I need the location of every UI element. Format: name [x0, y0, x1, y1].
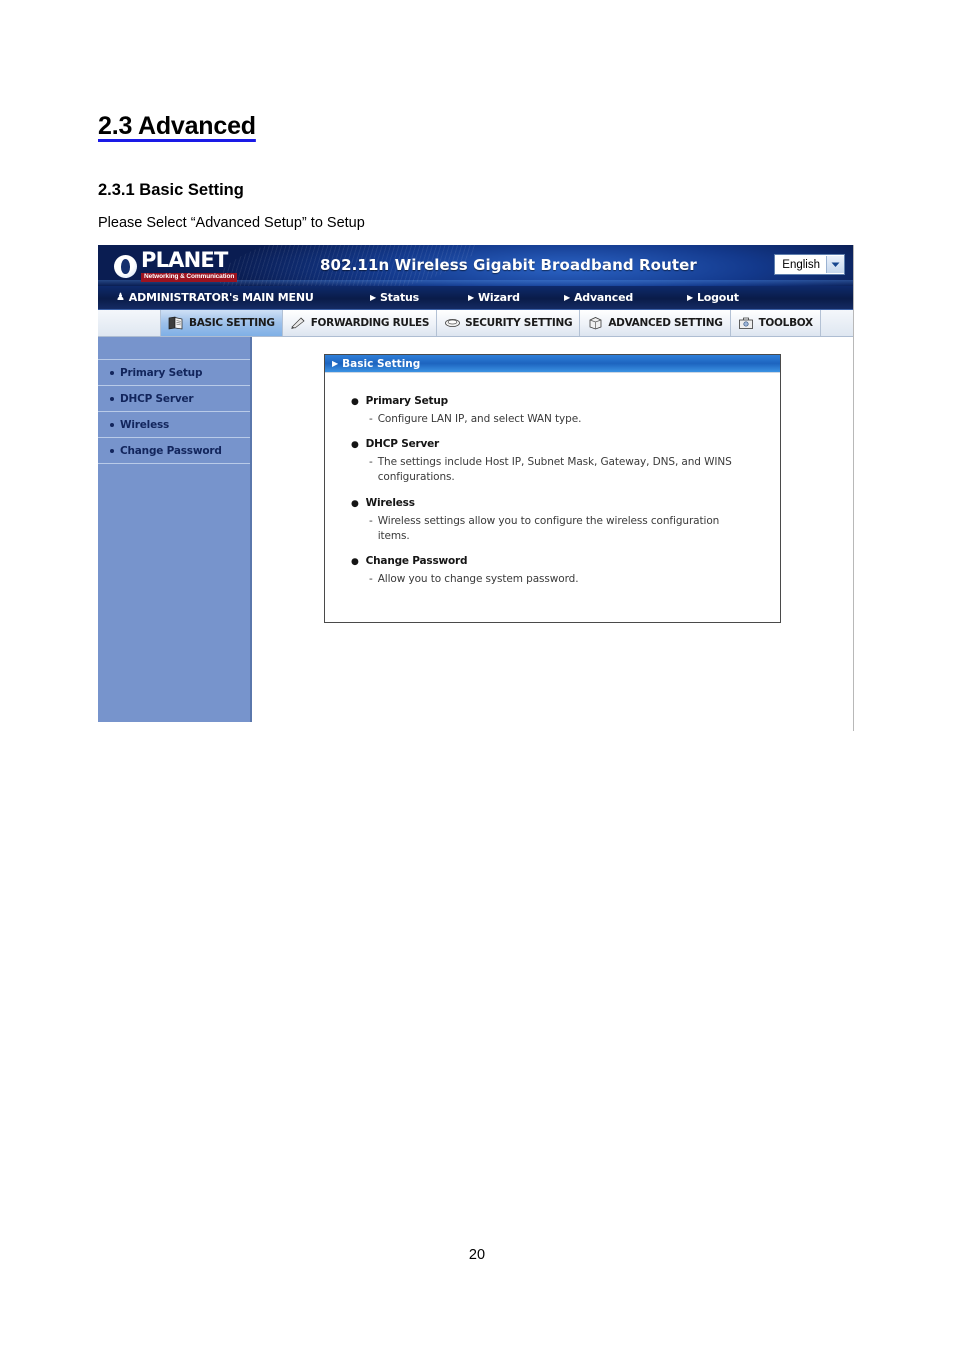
nav-label: Wizard [477, 291, 520, 304]
panel-entry-primary-setup: ● Primary Setup - Configure LAN IP, and … [351, 395, 766, 427]
chevron-down-icon[interactable] [826, 256, 844, 273]
shield-icon [444, 316, 461, 331]
sidebar-spacer [98, 337, 250, 360]
nav-item-status[interactable]: ▶ Status [370, 291, 419, 304]
dash-icon: - [369, 573, 373, 586]
nav-item-advanced[interactable]: ▶ Advanced [564, 291, 633, 304]
sidebar-item-wireless[interactable]: Wireless [98, 412, 250, 438]
language-select[interactable]: English [774, 254, 845, 275]
bullet-icon: ● [351, 440, 359, 451]
entry-description: Allow you to change system password. [377, 573, 579, 586]
router-ui-screenshot: PLANET Networking & Communication 802.11… [98, 245, 854, 731]
toolbox-icon [738, 316, 755, 331]
panel-header: ▶ Basic Setting [325, 355, 780, 373]
bullet-icon [110, 370, 114, 375]
nav-item-wizard[interactable]: ▶ Wizard [468, 291, 520, 304]
entry-title-row: ● Change Password [351, 555, 766, 567]
sidebar-item-label: Wireless [120, 418, 170, 431]
tab-bar: BASIC SETTING FORWARDING RULES SECURITY … [98, 310, 853, 337]
section-subtitle: 2.3.1 Basic Setting [98, 181, 244, 199]
nav-label: ADMINISTRATOR's MAIN MENU [128, 291, 314, 304]
tab-forwarding-rules[interactable]: FORWARDING RULES [282, 310, 438, 336]
entry-description: Wireless settings allow you to configure… [377, 514, 720, 542]
nav-label: Logout [696, 291, 739, 304]
panel-entry-dhcp-server: ● DHCP Server - The settings include Hos… [351, 438, 766, 485]
nav-item-administrators-main-menu[interactable]: ♟ ADMINISTRATOR's MAIN MENU [116, 291, 314, 304]
sidebar-item-change-password[interactable]: Change Password [98, 438, 250, 464]
bullet-icon: ● [351, 498, 359, 509]
pencil-icon [290, 316, 307, 331]
bullet-icon: ● [351, 557, 359, 568]
arrow-right-icon: ▶ [370, 292, 376, 302]
tab-label: FORWARDING RULES [310, 317, 430, 329]
product-title: 802.11n Wireless Gigabit Broadband Route… [320, 256, 697, 274]
panel-entry-wireless: ● Wireless - Wireless settings allow you… [351, 497, 766, 544]
entry-description-row: - Wireless settings allow you to configu… [369, 514, 749, 544]
user-icon: ♟ [116, 292, 125, 303]
brand-tagline: Networking & Communication [141, 273, 238, 282]
entry-description: The settings include Host IP, Subnet Mas… [377, 456, 732, 484]
arrow-right-icon: ▶ [687, 292, 693, 302]
entry-title-row: ● Wireless [351, 497, 766, 509]
sidebar-item-label: Change Password [120, 444, 222, 457]
entry-title-row: ● DHCP Server [351, 438, 766, 450]
tab-label: ADVANCED SETTING [608, 317, 723, 329]
content-panel: ▶ Basic Setting ● Primary Setup - Config… [324, 354, 781, 624]
entry-title: Change Password [365, 555, 468, 568]
tab-label: SECURITY SETTING [465, 317, 573, 329]
entry-title: Wireless [365, 496, 415, 509]
sidebar-menu: Primary Setup DHCP Server Wireless Chang… [98, 337, 252, 722]
tab-advanced-setting[interactable]: ADVANCED SETTING [580, 310, 731, 336]
dash-icon: - [369, 413, 373, 425]
panel-body: ● Primary Setup - Configure LAN IP, and … [325, 373, 780, 622]
sidebar-item-label: DHCP Server [120, 392, 194, 405]
panel-entry-change-password: ● Change Password - Allow you to change … [351, 555, 766, 587]
sidebar-item-label: Primary Setup [120, 366, 203, 379]
tab-label: BASIC SETTING [189, 317, 275, 329]
brand-name: PLANET [141, 248, 228, 273]
nav-item-logout[interactable]: ▶ Logout [687, 291, 739, 304]
books-icon [168, 316, 185, 331]
sidebar-item-dhcp-server[interactable]: DHCP Server [98, 386, 250, 412]
globe-icon [114, 254, 137, 278]
entry-description-row: - Configure LAN IP, and select WAN type. [369, 412, 749, 427]
entry-description-row: - The settings include Host IP, Subnet M… [369, 455, 749, 485]
entry-description-row: - Allow you to change system password. [369, 572, 749, 587]
language-value: English [782, 258, 820, 271]
sidebar-item-primary-setup[interactable]: Primary Setup [98, 360, 250, 386]
arrow-right-icon: ▶ [564, 292, 570, 302]
arrow-right-icon: ▶ [468, 292, 474, 302]
entry-title: Primary Setup [365, 395, 448, 407]
entry-title-row: ● Primary Setup [351, 395, 766, 407]
panel-title: Basic Setting [342, 357, 421, 370]
page-number: 20 [468, 1247, 486, 1263]
bullet-icon: ● [351, 397, 359, 407]
nav-label: Status [379, 291, 419, 304]
tab-label: TOOLBOX [758, 317, 814, 329]
bullet-icon [110, 422, 114, 427]
router-body: Primary Setup DHCP Server Wireless Chang… [98, 337, 853, 731]
bullet-icon [110, 448, 114, 453]
page-title: 2.3 Advanced [98, 112, 256, 140]
intro-paragraph: Please Select “Advanced Setup” to Setup [98, 215, 365, 231]
tab-basic-setting[interactable]: BASIC SETTING [160, 310, 283, 336]
entry-description: Configure LAN IP, and select WAN type. [377, 413, 582, 425]
router-header: PLANET Networking & Communication 802.11… [98, 245, 853, 286]
dash-icon: - [369, 456, 373, 469]
main-nav: ♟ ADMINISTRATOR's MAIN MENU ▶ Status ▶ W… [98, 286, 853, 310]
bullet-icon [110, 396, 114, 401]
entry-title: DHCP Server [365, 438, 440, 451]
planet-logo: PLANET Networking & Communication [114, 248, 238, 282]
nav-label: Advanced [573, 291, 634, 304]
dash-icon: - [369, 514, 373, 527]
arrow-right-icon: ▶ [332, 359, 339, 368]
tab-toolbox[interactable]: TOOLBOX [730, 310, 821, 336]
tab-security-setting[interactable]: SECURITY SETTING [437, 310, 581, 336]
gear-box-icon [587, 316, 604, 331]
